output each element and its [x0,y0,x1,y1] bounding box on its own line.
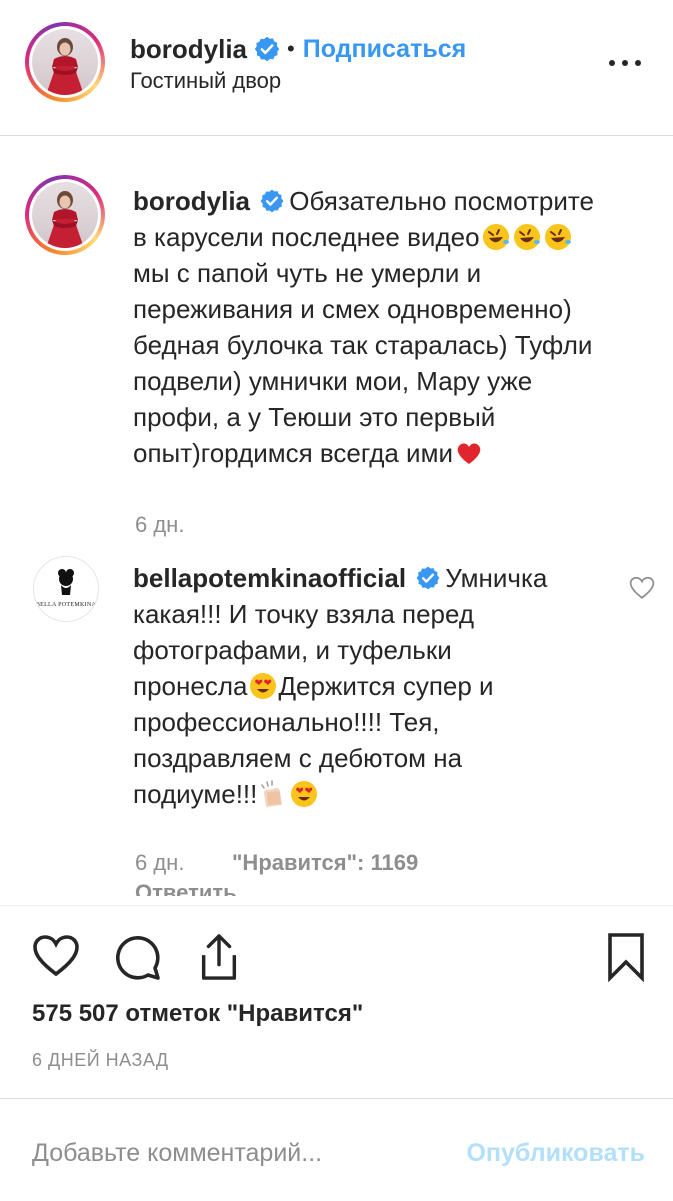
share-icon[interactable] [196,932,242,982]
comment-avatar-brand: BELLA POTEMKINA [35,602,97,608]
comment-line-5: профессионально!!!! Тея, [133,707,440,737]
red-heart-emoji [457,443,481,464]
caption-line-3: мы с папой чуть не умерли и [133,258,482,288]
comment-line-7: подиуме!!! [133,776,653,812]
caption-line-2: в карусели последнее видео [133,219,653,255]
caption-avatar[interactable] [25,175,105,255]
add-comment-bar: Добавьте комментарий... Опубликовать [0,1098,673,1201]
rofl-emoji [544,224,571,250]
rofl-emoji [513,224,540,250]
comment-text: bellapotemkinaofficial Умничка какая!!! … [133,560,653,812]
bookmark-icon[interactable] [606,932,646,982]
clapping-hands-emoji [261,780,283,807]
reply-button[interactable]: Ответить [135,880,237,896]
follow-button[interactable]: Подписаться [303,35,466,64]
verified-badge-icon [254,36,280,62]
caption-text-line: в карусели последнее видео [133,222,480,252]
comment-likes-count[interactable]: "Нравится": 1169 [232,850,418,876]
comment-like-heart-icon[interactable] [629,576,655,600]
more-options-icon[interactable] [605,52,645,72]
header-username[interactable]: borodylia [130,34,247,65]
caption-text-line: Обязательно посмотрите [289,186,594,216]
comment-line-4: пронесла Держится супер и [133,668,653,704]
heart-eyes-emoji [250,673,277,699]
post-actions-bar [0,905,673,1006]
comment-avatar[interactable]: BELLA POTEMKINA [33,556,99,622]
publish-button[interactable]: Опубликовать [466,1139,645,1168]
caption-username[interactable]: borodylia [133,186,250,216]
location-link[interactable]: Гостиный двор [130,68,281,94]
comment-text-line: пронесла [133,671,248,701]
post-date: 6 ДНЕЙ НАЗАД [32,1050,169,1070]
caption-line-6: подвели) умнички мои, Мару уже [133,366,533,396]
comment-time: 6 дн. [135,850,185,875]
rofl-emoji [482,224,509,250]
caption-line-8: опыт)гордимся всегда ими [133,435,653,471]
comment-text-line: подиуме!!! [133,779,258,809]
comment-line-3: фотографами, и туфельки [133,635,452,665]
header-user-row: borodylia • Подписаться [130,32,466,66]
heart-icon[interactable] [32,934,80,978]
caption-text: borodylia Обязательно посмотрите в карус… [133,183,653,471]
header-separator: • [287,36,295,61]
post-likes-total[interactable]: 575 507 отметок "Нравится" [32,1000,363,1028]
comment-line-6: поздравляем с дебютом на [133,743,463,773]
caption-time: 6 дн. [135,512,185,537]
verified-badge-icon [416,566,440,590]
comment-icon[interactable] [114,934,162,982]
comment-text-line: Держится супер и [278,671,494,701]
verified-badge-icon [260,189,284,213]
comment-text-line: Умничка [445,563,548,593]
caption-text-line: опыт)гордимся всегда ими [133,438,453,468]
caption-line-7: профи, а у Теюши это первый [133,402,496,432]
comment-input[interactable]: Добавьте комментарий... [32,1139,322,1168]
caption-line-5: бедная булочка так старалась) Туфли [133,330,593,360]
heart-eyes-emoji [291,781,318,807]
caption-line-4: переживания и смех одновременно) [133,294,572,324]
comment-line-2: какая!!! И точку взяла перед [133,599,475,629]
header-avatar[interactable] [25,22,105,102]
post-header: borodylia • Подписаться Гостиный двор [0,0,673,136]
comment-username[interactable]: bellapotemkinaofficial [133,563,406,593]
comment-line-1: bellapotemkinaofficial Умничка [133,560,653,596]
caption-line-1: borodylia Обязательно посмотрите [133,183,653,219]
